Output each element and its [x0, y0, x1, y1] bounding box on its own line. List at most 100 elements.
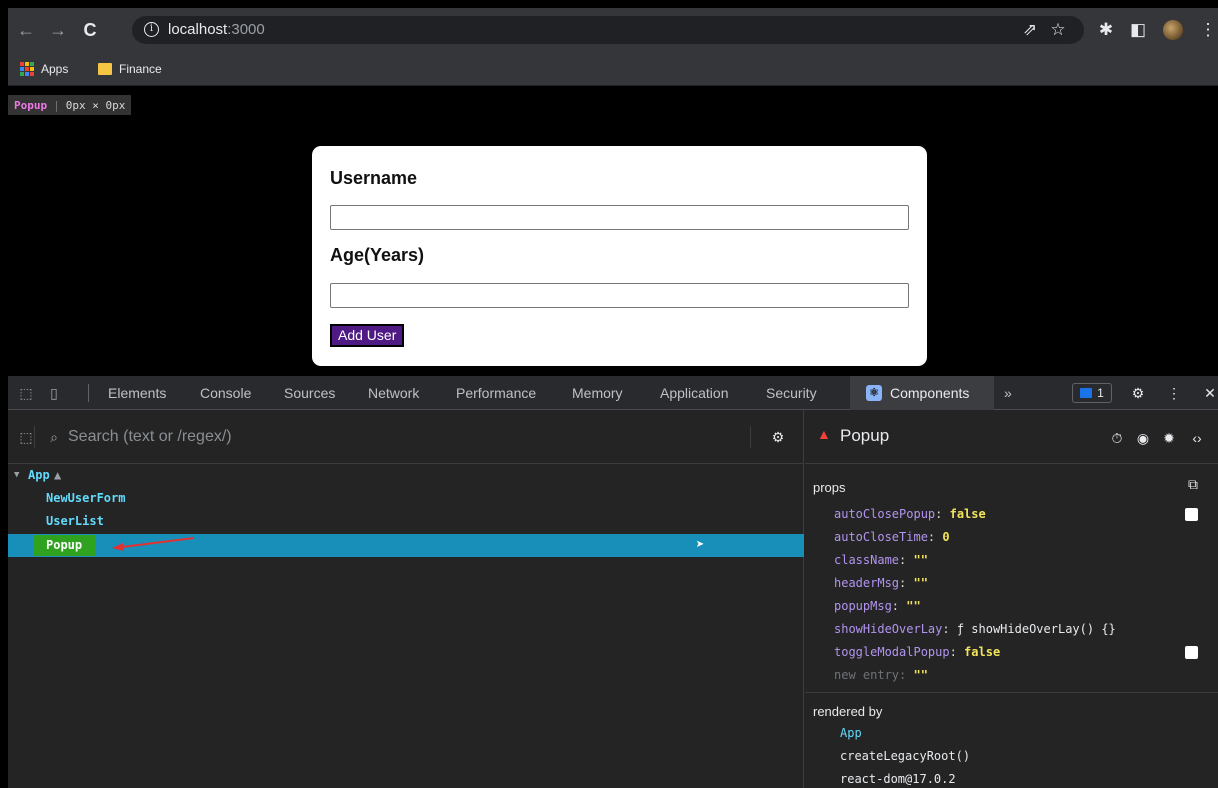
- devtools-menu-kebab-icon[interactable]: ⋮: [1166, 385, 1182, 401]
- prop-autoclosepopup[interactable]: autoClosePopup: false: [834, 506, 986, 522]
- component-tree-pane: ⬚ ⌕ ⚙ ▼ App ▲ NewUserForm UserList Popup: [8, 410, 804, 788]
- apps-grid-icon: [20, 62, 34, 76]
- rendered-by-react-dom: react-dom@17.0.2: [840, 772, 956, 786]
- eye-icon[interactable]: ◉: [1135, 430, 1151, 446]
- warning-icon: ▲: [817, 426, 831, 442]
- prop-value[interactable]: 0: [942, 530, 949, 544]
- rendered-by-title: rendered by: [813, 704, 883, 719]
- bookmark-apps[interactable]: Apps: [20, 60, 68, 78]
- info-icon[interactable]: i: [144, 22, 159, 37]
- device-toggle-icon[interactable]: ▯: [46, 385, 62, 401]
- tab-security[interactable]: Security: [766, 385, 817, 401]
- prop-value[interactable]: false: [964, 645, 1000, 659]
- prop-key: showHideOverLay: [834, 622, 943, 636]
- bookmarks-bar: Apps Finance: [8, 52, 1218, 86]
- issues-counter-button[interactable]: 1: [1072, 383, 1112, 403]
- view-source-icon[interactable]: ‹›: [1189, 430, 1205, 446]
- prop-value[interactable]: false: [950, 507, 986, 521]
- prop-key: className: [834, 553, 900, 567]
- prop-value[interactable]: "": [906, 599, 920, 613]
- prop-showhideoverlay[interactable]: showHideOverLay: ƒ showHideOverLay() {}: [834, 621, 1116, 637]
- tab-performance[interactable]: Performance: [456, 385, 536, 401]
- prop-key: headerMsg: [834, 576, 900, 590]
- close-devtools-icon[interactable]: ✕: [1202, 385, 1218, 401]
- username-label: Username: [330, 168, 418, 188]
- tree-settings-gear-icon[interactable]: ⚙: [770, 429, 786, 445]
- prop-togglemodalpopup[interactable]: toggleModalPopup: false: [834, 644, 1000, 660]
- tab-application[interactable]: Application: [660, 385, 729, 401]
- prop-classname[interactable]: className: "": [834, 552, 928, 568]
- prop-headermsg[interactable]: headerMsg: "": [834, 575, 928, 591]
- bookmark-apps-label: Apps: [41, 62, 69, 76]
- folder-icon: [98, 63, 112, 75]
- warning-triangle-icon: ▲: [54, 468, 62, 482]
- new-entry-key[interactable]: new entry: [834, 668, 899, 682]
- devtools-tab-bar: ⬚ ▯ Elements Console Sources Network Per…: [8, 376, 1218, 410]
- prop-new-entry[interactable]: new entry: "": [834, 667, 928, 683]
- more-tabs-chevron-icon[interactable]: »: [1004, 385, 1012, 401]
- devtools-panel: ⬚ ⌕ ⚙ ▼ App ▲ NewUserForm UserList Popup: [8, 410, 1218, 788]
- autoclosepopup-checkbox[interactable]: [1185, 508, 1198, 521]
- extensions-puzzle-icon[interactable]: ✱: [1094, 18, 1118, 42]
- bookmark-star-icon[interactable]: ☆: [1046, 18, 1070, 42]
- bookmark-finance[interactable]: Finance: [98, 60, 162, 78]
- selected-component-title: Popup: [840, 426, 890, 445]
- tab-elements[interactable]: Elements: [108, 385, 166, 401]
- address-bar[interactable]: i localhost:3000 ⇗ ☆: [132, 16, 1084, 44]
- message-icon: [1080, 388, 1093, 398]
- tree-row-popup[interactable]: Popup ➤: [8, 534, 804, 557]
- url-text[interactable]: localhost:3000: [168, 21, 265, 39]
- url-port: :3000: [227, 21, 265, 38]
- tab-memory[interactable]: Memory: [572, 385, 623, 401]
- prop-autoclosetime[interactable]: autoCloseTime: 0: [834, 529, 950, 545]
- component-search-input[interactable]: [68, 426, 668, 448]
- side-panel-icon[interactable]: ◧: [1126, 18, 1150, 42]
- tree-item-app: App: [28, 468, 50, 482]
- tree-row-app[interactable]: ▼ App ▲: [8, 464, 804, 487]
- forward-arrow-icon[interactable]: →: [46, 18, 70, 42]
- tab-sources[interactable]: Sources: [284, 385, 335, 401]
- url-host: localhost: [168, 21, 228, 38]
- annotation-arrow: [112, 537, 195, 551]
- search-settings-divider: [750, 426, 751, 448]
- menu-kebab-icon[interactable]: ⋮: [1196, 18, 1218, 42]
- prop-key: autoCloseTime: [834, 530, 928, 544]
- inspect-overlay-tooltip: Popup | 0px × 0px: [8, 95, 132, 115]
- component-props-pane: ▲ Popup ⏱ ◉ ✹ ‹› props ⧉ autoClosePopup:…: [805, 410, 1218, 788]
- tab-network[interactable]: Network: [368, 385, 419, 401]
- prop-popupmsg[interactable]: popupMsg: "": [834, 598, 921, 614]
- tab-console[interactable]: Console: [200, 385, 251, 401]
- tab-components[interactable]: Components: [890, 385, 969, 401]
- prop-key: autoClosePopup: [834, 507, 936, 521]
- overlay-component-name: Popup: [14, 98, 48, 112]
- search-divider: [34, 426, 35, 448]
- prop-key: toggleModalPopup: [834, 645, 950, 659]
- stopwatch-icon[interactable]: ⏱: [1109, 430, 1125, 446]
- section-divider: [805, 692, 1218, 693]
- share-icon[interactable]: ⇗: [1018, 18, 1042, 42]
- add-user-button[interactable]: Add User: [330, 324, 405, 347]
- username-input[interactable]: [330, 205, 909, 230]
- props-section-title: props: [813, 480, 846, 495]
- profile-avatar[interactable]: [1163, 20, 1183, 40]
- tree-row-newuserform[interactable]: NewUserForm: [8, 487, 804, 510]
- rendered-by-app[interactable]: App: [840, 726, 862, 740]
- issues-count: 1: [1097, 386, 1104, 400]
- tree-row-userlist[interactable]: UserList: [8, 510, 804, 533]
- prop-value[interactable]: "": [913, 553, 927, 567]
- prop-value[interactable]: "": [913, 576, 927, 590]
- new-entry-value[interactable]: "": [913, 668, 927, 682]
- collapse-triangle-icon[interactable]: ▼: [14, 464, 19, 487]
- back-arrow-icon[interactable]: ←: [14, 18, 38, 42]
- react-atom-icon: ⚛: [866, 385, 882, 401]
- tree-item-newuserform: NewUserForm: [46, 491, 126, 505]
- reload-icon[interactable]: C: [78, 18, 102, 42]
- copy-props-icon[interactable]: ⧉: [1185, 476, 1201, 492]
- togglemodalpopup-checkbox[interactable]: [1185, 646, 1198, 659]
- select-component-icon[interactable]: ⬚: [18, 429, 34, 445]
- bug-icon[interactable]: ✹: [1161, 430, 1177, 446]
- age-input[interactable]: [330, 283, 909, 308]
- component-search-bar: ⬚ ⌕ ⚙: [8, 410, 804, 464]
- settings-gear-icon[interactable]: ⚙: [1130, 385, 1146, 401]
- inspect-element-icon[interactable]: ⬚: [18, 385, 34, 401]
